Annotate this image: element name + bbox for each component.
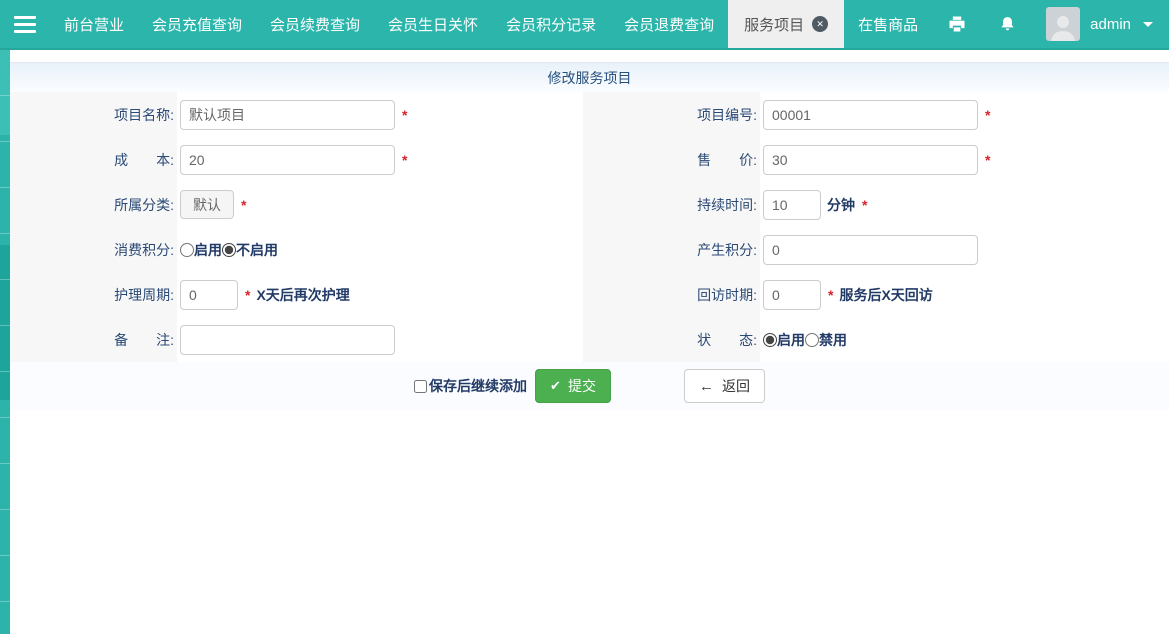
field-label-care-cycle: 护理周期:: [10, 272, 177, 317]
printer-icon[interactable]: [946, 13, 968, 35]
field-label-status: 状 态:: [583, 317, 760, 362]
status-radio-group: 启用 禁用: [763, 330, 847, 350]
save-and-continue-checkbox[interactable]: [414, 380, 427, 393]
top-navbar: 前台营业 会员充值查询 会员续费查询 会员生日关怀 会员积分记录 会员退费查询 …: [0, 0, 1169, 50]
radio-label: 启用: [194, 240, 222, 260]
status-enable-radio[interactable]: [763, 333, 777, 347]
collapsed-sidebar[interactable]: [0, 50, 10, 634]
form-actions: 保存后继续添加 ✔ 提交 ← 返回: [10, 362, 1169, 410]
nav-item-recharge-query[interactable]: 会员充值查询: [138, 0, 256, 48]
care-cycle-input[interactable]: [180, 280, 238, 310]
field-remark: [177, 317, 583, 362]
care-cycle-note: X天后再次护理: [256, 285, 349, 305]
nav-item-birthday-care[interactable]: 会员生日关怀: [374, 0, 492, 48]
price-input[interactable]: [763, 145, 978, 175]
field-status: 启用 禁用: [760, 317, 1169, 362]
active-tab-label: 服务项目: [744, 14, 804, 35]
back-arrow-icon: ←: [699, 378, 714, 395]
hamburger-menu-icon[interactable]: [0, 0, 50, 48]
remark-input[interactable]: [180, 325, 395, 355]
back-button-label: 返回: [722, 376, 750, 396]
bell-icon[interactable]: [996, 13, 1018, 35]
required-asterisk: *: [402, 107, 407, 123]
field-label-consume-points: 消费积分:: [10, 227, 177, 272]
project-code-input[interactable]: [763, 100, 978, 130]
user-menu[interactable]: admin: [1046, 7, 1153, 41]
field-category: 默认 *: [177, 182, 583, 227]
field-project-name: *: [177, 92, 583, 137]
required-asterisk: *: [862, 197, 867, 213]
field-label-project-name: 项目名称:: [10, 92, 177, 137]
category-button[interactable]: 默认: [180, 190, 234, 219]
caret-down-icon: [1143, 22, 1153, 27]
field-label-remark: 备 注:: [10, 317, 177, 362]
field-label-project-code: 项目编号:: [583, 92, 760, 137]
field-label-cost: 成 本:: [10, 137, 177, 182]
submit-button[interactable]: ✔ 提交: [535, 369, 611, 403]
field-duration: 分钟 *: [760, 182, 1169, 227]
cost-input[interactable]: [180, 145, 395, 175]
edit-service-form: 项目名称: * 项目编号: * 成 本: * 售 价: * 所属分类: 默认 *…: [10, 92, 1169, 362]
tab-close-icon[interactable]: ✕: [812, 16, 828, 32]
field-label-revisit-period: 回访时期:: [583, 272, 760, 317]
nav-item-front-desk[interactable]: 前台营业: [50, 0, 138, 48]
nav-item-refund-query[interactable]: 会员退费查询: [610, 0, 728, 48]
field-cost: *: [177, 137, 583, 182]
radio-label: 禁用: [819, 330, 847, 350]
field-label-duration: 持续时间:: [583, 182, 760, 227]
field-care-cycle: * X天后再次护理: [177, 272, 583, 317]
avatar: [1046, 7, 1080, 41]
field-price: *: [760, 137, 1169, 182]
consume-points-enable-radio[interactable]: [180, 243, 194, 257]
back-button[interactable]: ← 返回: [684, 369, 765, 403]
consume-points-disable-radio[interactable]: [222, 243, 236, 257]
field-project-code: *: [760, 92, 1169, 137]
submit-button-label: 提交: [568, 376, 596, 396]
tab-service-items-active[interactable]: 服务项目 ✕: [728, 0, 844, 48]
field-revisit-period: * 服务后X天回访: [760, 272, 1169, 317]
save-and-continue-label: 保存后继续添加: [429, 376, 527, 396]
required-asterisk: *: [985, 107, 990, 123]
required-asterisk: *: [245, 287, 250, 303]
nav-item-products-on-sale[interactable]: 在售商品: [844, 0, 932, 48]
revisit-period-input[interactable]: [763, 280, 821, 310]
required-asterisk: *: [402, 152, 407, 168]
field-label-price: 售 价:: [583, 137, 760, 182]
project-name-input[interactable]: [180, 100, 395, 130]
status-disable-option[interactable]: 禁用: [805, 330, 847, 350]
duration-input[interactable]: [763, 190, 821, 220]
status-disable-radio[interactable]: [805, 333, 819, 347]
consume-points-disable-option[interactable]: 不启用: [222, 240, 278, 260]
check-icon: ✔: [550, 378, 561, 394]
consume-points-radio-group: 启用 不启用: [180, 240, 278, 260]
page-title-band: 修改服务项目: [10, 62, 1169, 92]
nav-item-renewal-query[interactable]: 会员续费查询: [256, 0, 374, 48]
field-consume-points: 启用 不启用: [177, 227, 583, 272]
save-and-continue-option[interactable]: 保存后继续添加: [414, 376, 527, 396]
content-top-gap: [10, 50, 1169, 62]
field-label-produce-points: 产生积分:: [583, 227, 760, 272]
nav-item-points-record[interactable]: 会员积分记录: [492, 0, 610, 48]
produce-points-input[interactable]: [763, 235, 978, 265]
main-content: 修改服务项目 项目名称: * 项目编号: * 成 本: * 售 价: * 所属分…: [10, 50, 1169, 634]
revisit-period-note: 服务后X天回访: [839, 285, 932, 305]
field-produce-points: [760, 227, 1169, 272]
radio-label: 不启用: [236, 240, 278, 260]
status-enable-option[interactable]: 启用: [763, 330, 805, 350]
page-title: 修改服务项目: [548, 68, 632, 88]
required-asterisk: *: [241, 197, 246, 213]
radio-label: 启用: [777, 330, 805, 350]
duration-unit-label: 分钟: [827, 195, 855, 215]
required-asterisk: *: [985, 152, 990, 168]
field-label-category: 所属分类:: [10, 182, 177, 227]
navbar-right-area: admin: [946, 0, 1169, 48]
required-asterisk: *: [828, 287, 833, 303]
username-label: admin: [1090, 16, 1131, 33]
consume-points-enable-option[interactable]: 启用: [180, 240, 222, 260]
